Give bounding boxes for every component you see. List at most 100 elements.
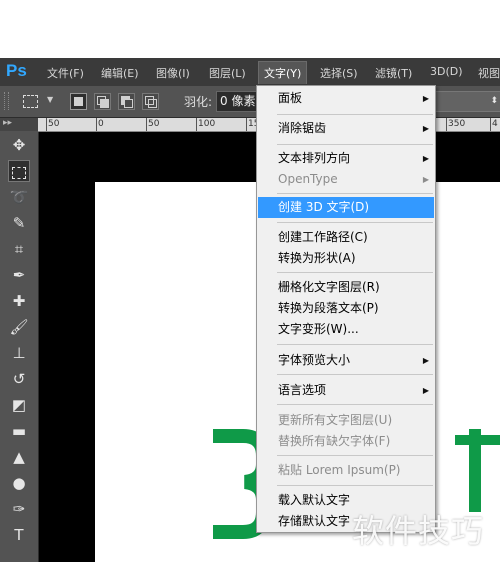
- tool-preset-caret-icon[interactable]: ▼: [47, 95, 53, 104]
- crop-tool-button[interactable]: ⌗: [8, 238, 30, 260]
- menu-item-label: 创建 3D 文字(D): [278, 200, 370, 214]
- eraser-tool-button[interactable]: ◩: [8, 394, 30, 416]
- menu-image[interactable]: 图像(I): [156, 65, 190, 81]
- pen-icon: ✑: [12, 500, 26, 518]
- menu-item-panels[interactable]: 面板 ▶: [258, 88, 434, 109]
- ps-logo: Ps: [6, 61, 27, 80]
- type-icon: T: [14, 526, 24, 544]
- quick-select-tool-button[interactable]: ✎: [8, 212, 30, 234]
- clone-stamp-icon: ⊥: [12, 344, 26, 362]
- feather-input[interactable]: 0 像素: [216, 91, 261, 112]
- menu-item-text-orientation[interactable]: 文本排列方向 ▶: [258, 148, 434, 169]
- menu-item-paste-lorem-ipsum[interactable]: 粘贴 Lorem Ipsum(P): [258, 460, 434, 481]
- ruler-label: 100: [198, 119, 216, 129]
- menu-item-label: OpenType: [278, 172, 338, 186]
- menu-item-convert-to-paragraph[interactable]: 转换为段落文本(P): [258, 298, 434, 319]
- clone-stamp-tool-button[interactable]: ⊥: [8, 342, 30, 364]
- menu-item-font-preview-size[interactable]: 字体预览大小 ▶: [258, 350, 434, 371]
- menu-filter[interactable]: 滤镜(T): [375, 65, 412, 81]
- new-selection-icon: [74, 97, 83, 106]
- menu-item-label: 消除锯齿: [278, 121, 327, 135]
- menu-separator: [277, 114, 433, 115]
- rectangular-marquee-icon[interactable]: [23, 95, 38, 108]
- menu-item-anti-alias[interactable]: 消除锯齿 ▶: [258, 118, 434, 139]
- ruler-label: 350: [448, 119, 466, 129]
- menu-item-label: 创建工作路径(C): [278, 230, 368, 244]
- panel-collapse-tab[interactable]: ▸▸: [0, 118, 38, 131]
- menu-select[interactable]: 选择(S): [320, 65, 358, 81]
- submenu-arrow-icon: ▶: [422, 356, 429, 365]
- eraser-icon: ◩: [11, 396, 27, 414]
- submenu-arrow-icon: ▶: [422, 124, 429, 133]
- menu-item-label: 语言选项: [278, 383, 327, 397]
- dodge-tool-button[interactable]: ●: [8, 472, 30, 494]
- blur-tool-button[interactable]: ▲: [8, 446, 30, 468]
- grip-handle[interactable]: [4, 92, 9, 110]
- ruler-label: 50: [148, 119, 160, 129]
- ruler-label: 4: [492, 119, 498, 129]
- dodge-icon: ●: [12, 474, 26, 492]
- menu-item-replace-missing-fonts[interactable]: 替换所有缺欠字体(F): [258, 431, 434, 452]
- menu-separator: [277, 222, 433, 223]
- intersect-selection-button[interactable]: [142, 93, 159, 110]
- add-selection-icon-b: [100, 99, 109, 108]
- menu-item-label: 面板: [278, 91, 303, 105]
- menu-item-create-3d-text[interactable]: 创建 3D 文字(D): [258, 197, 434, 218]
- pen-tool-button[interactable]: ✑: [8, 498, 30, 520]
- menu-file[interactable]: 文件(F): [47, 65, 84, 81]
- type-tool-button[interactable]: T: [8, 524, 30, 546]
- marquee-icon: [12, 166, 26, 179]
- menu-item-label: 栅格化文字图层(R): [278, 280, 380, 294]
- gradient-tool-button[interactable]: ▬: [8, 420, 30, 442]
- menu-item-warp-text[interactable]: 文字变形(W)...: [258, 319, 434, 340]
- move-tool-button[interactable]: ✥: [8, 134, 30, 156]
- intersect-selection-icon-b: [148, 99, 157, 108]
- menu-item-label: 更新所有文字图层(U): [278, 413, 393, 427]
- lasso-tool-button[interactable]: ➰: [8, 186, 30, 208]
- submenu-arrow-icon: ▶: [422, 154, 429, 163]
- menu-separator: [277, 455, 433, 456]
- submenu-arrow-icon: ▶: [422, 386, 429, 395]
- menu-separator: [277, 374, 433, 375]
- select-arrows-icon: ⬍: [490, 96, 498, 106]
- eyedropper-icon: ✒: [12, 266, 26, 284]
- menu-item-rasterize-type-layer[interactable]: 栅格化文字图层(R): [258, 277, 434, 298]
- menu-separator: [277, 193, 433, 194]
- new-selection-button[interactable]: [70, 93, 87, 110]
- menu-type[interactable]: 文字(Y): [258, 61, 308, 84]
- add-selection-button[interactable]: [94, 93, 111, 110]
- menu-separator: [277, 404, 433, 405]
- menu-item-update-all-type-layers[interactable]: 更新所有文字图层(U): [258, 410, 434, 431]
- type-menu-dropdown: 面板 ▶ 消除锯齿 ▶ 文本排列方向 ▶ OpenType ▶ 创建 3D 文字(D) …: [256, 85, 436, 533]
- menu-layer[interactable]: 图层(L): [209, 65, 246, 81]
- menu-edit[interactable]: 编辑(E): [101, 65, 139, 81]
- menu-item-convert-to-shape[interactable]: 转换为形状(A): [258, 248, 434, 269]
- menu-item-label: 转换为形状(A): [278, 251, 356, 265]
- lasso-icon: ➰: [9, 188, 29, 206]
- brush-icon: 🖌: [9, 318, 29, 336]
- watermark-text: 软件技巧: [352, 512, 485, 550]
- menu-item-opentype[interactable]: OpenType ▶: [258, 169, 434, 190]
- history-brush-tool-button[interactable]: ↺: [8, 368, 30, 390]
- healing-brush-tool-button[interactable]: ✚: [8, 290, 30, 312]
- menu-item-label: 转换为段落文本(P): [278, 301, 379, 315]
- brush-tool-button[interactable]: 🖌: [8, 316, 30, 338]
- menu-view[interactable]: 视图: [478, 65, 500, 81]
- subtract-selection-button[interactable]: [118, 93, 135, 110]
- ruler-label: 50: [48, 119, 60, 129]
- menu-item-label: 文本排列方向: [278, 151, 351, 165]
- subtract-selection-icon-b: [124, 99, 133, 108]
- menu-item-language-options[interactable]: 语言选项 ▶: [258, 380, 434, 401]
- menu-separator: [277, 344, 433, 345]
- tools-panel: ✥ ➰ ✎ ⌗ ✒ ✚ 🖌 ⊥ ↺ ◩ ▬ ▲ ● ✑ T: [0, 132, 39, 562]
- menu-separator: [277, 485, 433, 486]
- marquee-tool-button[interactable]: [8, 160, 30, 182]
- menu-3d[interactable]: 3D(D): [430, 65, 463, 78]
- eyedropper-tool-button[interactable]: ✒: [8, 264, 30, 286]
- feather-label: 羽化:: [184, 95, 213, 109]
- menu-item-label: 替换所有缺欠字体(F): [278, 434, 391, 448]
- menu-item-create-work-path[interactable]: 创建工作路径(C): [258, 227, 434, 248]
- submenu-arrow-icon: ▶: [422, 94, 429, 103]
- menu-bar: Ps 文件(F) 编辑(E) 图像(I) 图层(L) 文字(Y) 选择(S) 滤…: [0, 58, 500, 86]
- move-icon: ✥: [12, 136, 26, 154]
